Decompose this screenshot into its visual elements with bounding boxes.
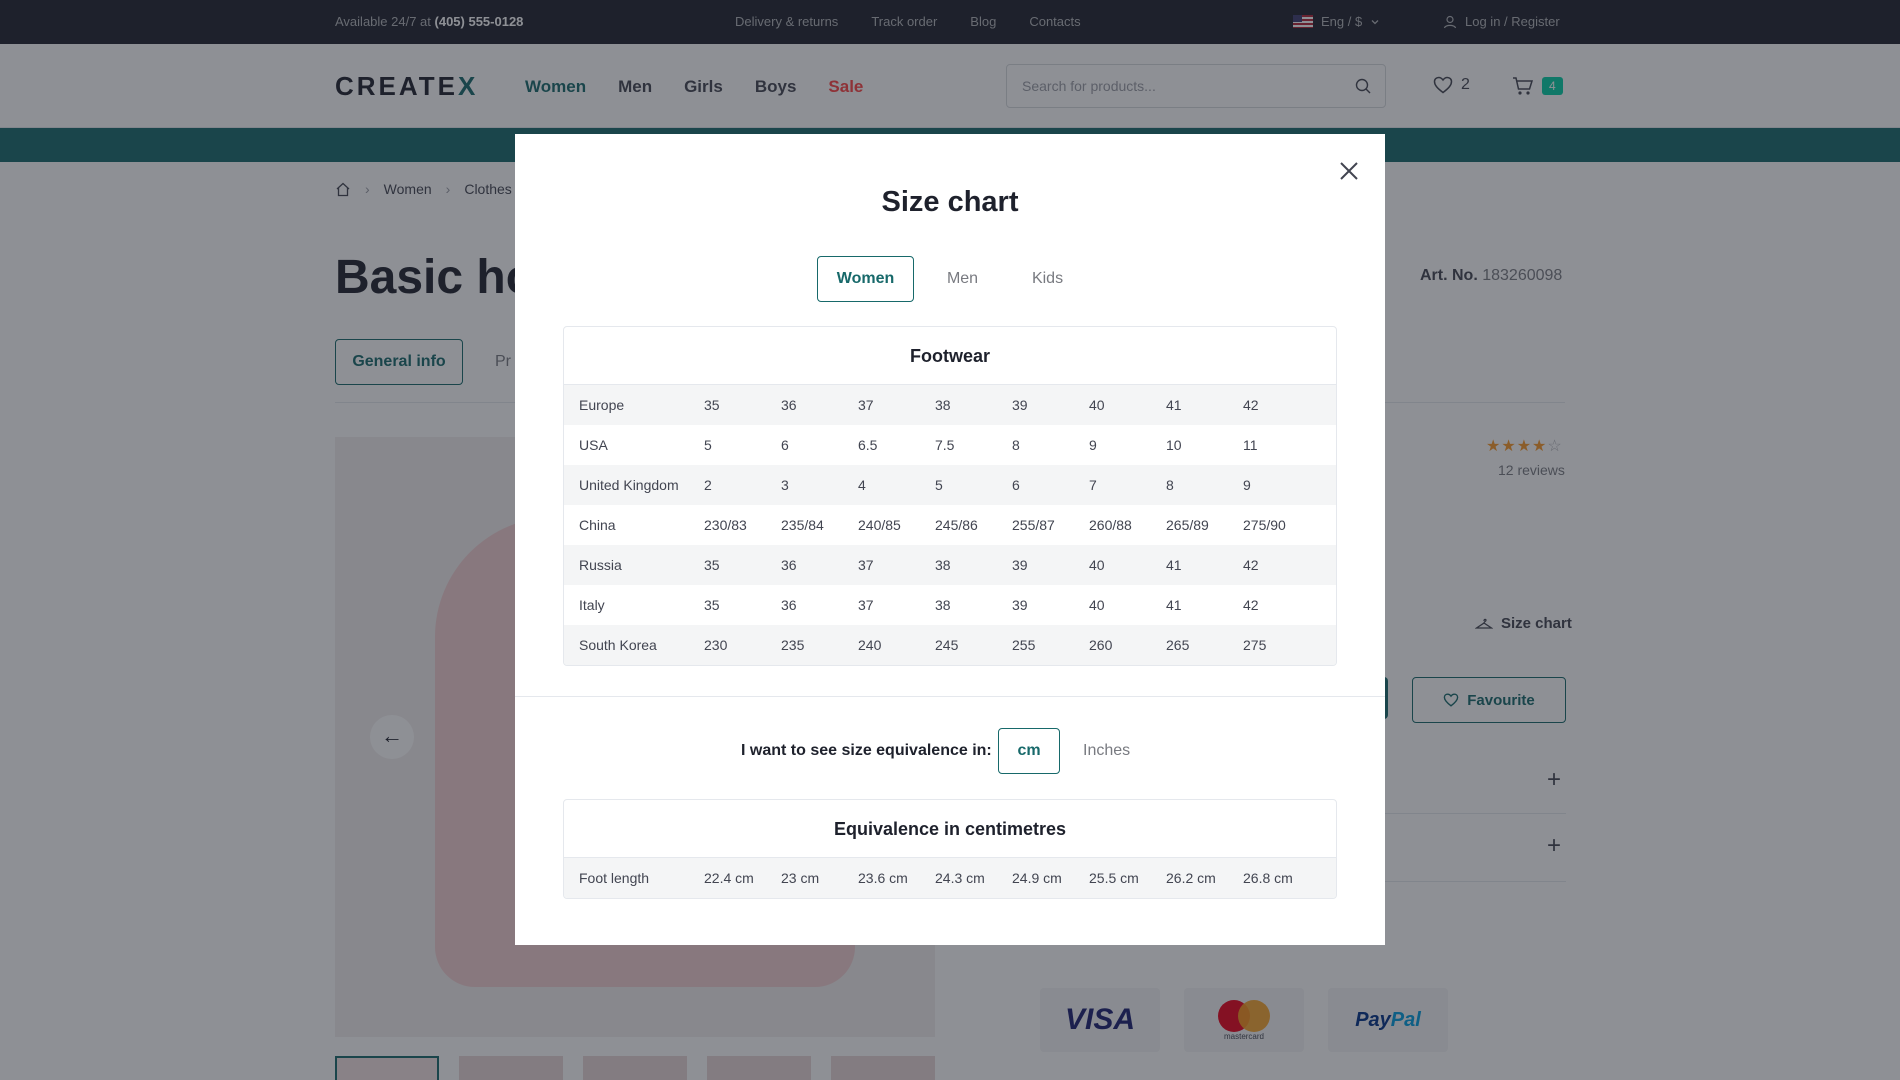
table-row: South Korea 230 235 240 245 255 260 265 … bbox=[564, 625, 1336, 665]
table-cell: 40 bbox=[1089, 557, 1105, 573]
table-cell: 8 bbox=[1166, 477, 1174, 493]
table-cell: 35 bbox=[704, 397, 720, 413]
table-cell: 265/89 bbox=[1166, 517, 1209, 533]
table-row: Europe 35 36 37 38 39 40 41 42 bbox=[564, 385, 1336, 425]
table-cell: 9 bbox=[1089, 437, 1097, 453]
table-cell: 37 bbox=[858, 597, 874, 613]
table-cell: 41 bbox=[1166, 597, 1182, 613]
footwear-rows: Europe 35 36 37 38 39 40 41 42 USA 5 6 6… bbox=[564, 385, 1336, 665]
row-label: Foot length bbox=[579, 870, 650, 886]
footwear-table: Footwear Europe 35 36 37 38 39 40 41 42 … bbox=[563, 326, 1337, 666]
equivalence-table: Equivalence in centimetres Foot length 2… bbox=[563, 799, 1337, 899]
table-cell: 245/86 bbox=[935, 517, 978, 533]
table-cell: 24.9 cm bbox=[1012, 870, 1062, 886]
table-cell: 38 bbox=[935, 557, 951, 573]
unit-question: I want to see size equivalence in: bbox=[741, 742, 992, 759]
table-cell: 5 bbox=[935, 477, 943, 493]
table-row: Foot length 22.4 cm 23 cm 23.6 cm 24.3 c… bbox=[564, 858, 1336, 898]
row-label: South Korea bbox=[579, 637, 657, 653]
table-cell: 255/87 bbox=[1012, 517, 1055, 533]
size-chart-modal: Size chart Women Men Kids Footwear Europ… bbox=[515, 134, 1385, 945]
row-label: Russia bbox=[579, 557, 622, 573]
table-row: Italy 35 36 37 38 39 40 41 42 bbox=[564, 585, 1336, 625]
table-cell: 25.5 cm bbox=[1089, 870, 1139, 886]
unit-inches-button[interactable]: Inches bbox=[1083, 742, 1130, 760]
table-cell: 37 bbox=[858, 557, 874, 573]
table-cell: 22.4 cm bbox=[704, 870, 754, 886]
table-cell: 275/90 bbox=[1243, 517, 1286, 533]
table-cell: 240/85 bbox=[858, 517, 901, 533]
table-row: Russia 35 36 37 38 39 40 41 42 bbox=[564, 545, 1336, 585]
table-cell: 7 bbox=[1089, 477, 1097, 493]
table-cell: 9 bbox=[1243, 477, 1251, 493]
table-cell: 6 bbox=[1012, 477, 1020, 493]
table-cell: 41 bbox=[1166, 557, 1182, 573]
table-cell: 26.8 cm bbox=[1243, 870, 1293, 886]
table-row: China 230/83 235/84 240/85 245/86 255/87… bbox=[564, 505, 1336, 545]
table-cell: 6 bbox=[781, 437, 789, 453]
row-label: United Kingdom bbox=[579, 477, 679, 493]
table-cell: 230 bbox=[704, 637, 728, 653]
row-label: USA bbox=[579, 437, 608, 453]
table-cell: 38 bbox=[935, 597, 951, 613]
table-cell: 35 bbox=[704, 597, 720, 613]
table-cell: 235 bbox=[781, 637, 805, 653]
row-label: China bbox=[579, 517, 616, 533]
table-cell: 23 cm bbox=[781, 870, 820, 886]
table-cell: 8 bbox=[1012, 437, 1020, 453]
equivalence-table-title: Equivalence in centimetres bbox=[564, 800, 1336, 858]
table-cell: 5 bbox=[704, 437, 712, 453]
table-cell: 39 bbox=[1012, 557, 1028, 573]
modal-divider bbox=[515, 696, 1385, 697]
table-cell: 36 bbox=[781, 557, 797, 573]
table-cell: 11 bbox=[1243, 437, 1258, 453]
table-cell: 39 bbox=[1012, 397, 1028, 413]
table-cell: 42 bbox=[1243, 397, 1259, 413]
table-cell: 7.5 bbox=[935, 437, 955, 453]
table-cell: 260 bbox=[1089, 637, 1113, 653]
table-cell: 23.6 cm bbox=[858, 870, 908, 886]
table-cell: 36 bbox=[781, 597, 797, 613]
table-cell: 230/83 bbox=[704, 517, 747, 533]
table-row: USA 5 6 6.5 7.5 8 9 10 11 bbox=[564, 425, 1336, 465]
table-cell: 36 bbox=[781, 397, 797, 413]
table-cell: 42 bbox=[1243, 557, 1259, 573]
table-cell: 38 bbox=[935, 397, 951, 413]
table-cell: 245 bbox=[935, 637, 959, 653]
table-cell: 26.2 cm bbox=[1166, 870, 1216, 886]
footwear-table-title: Footwear bbox=[564, 327, 1336, 385]
row-label: Italy bbox=[579, 597, 605, 613]
table-cell: 235/84 bbox=[781, 517, 824, 533]
table-cell: 6.5 bbox=[858, 437, 878, 453]
gender-tabs: Women Men Kids bbox=[817, 256, 1084, 302]
table-cell: 40 bbox=[1089, 397, 1105, 413]
tab-kids[interactable]: Kids bbox=[1011, 256, 1084, 302]
table-row: United Kingdom 2 3 4 5 6 7 8 9 bbox=[564, 465, 1336, 505]
close-icon[interactable] bbox=[1336, 158, 1362, 184]
table-cell: 3 bbox=[781, 477, 789, 493]
table-cell: 255 bbox=[1012, 637, 1036, 653]
table-cell: 41 bbox=[1166, 397, 1182, 413]
table-cell: 39 bbox=[1012, 597, 1028, 613]
table-cell: 275 bbox=[1243, 637, 1267, 653]
table-cell: 260/88 bbox=[1089, 517, 1132, 533]
unit-cm-button[interactable]: cm bbox=[998, 728, 1060, 774]
table-cell: 265 bbox=[1166, 637, 1190, 653]
table-cell: 2 bbox=[704, 477, 712, 493]
table-cell: 4 bbox=[858, 477, 866, 493]
tab-men[interactable]: Men bbox=[914, 256, 1011, 302]
tab-women[interactable]: Women bbox=[817, 256, 914, 302]
table-cell: 35 bbox=[704, 557, 720, 573]
table-cell: 24.3 cm bbox=[935, 870, 985, 886]
table-cell: 37 bbox=[858, 397, 874, 413]
table-cell: 42 bbox=[1243, 597, 1259, 613]
modal-title: Size chart bbox=[881, 186, 1019, 218]
row-label: Europe bbox=[579, 397, 625, 413]
table-cell: 240 bbox=[858, 637, 882, 653]
table-cell: 10 bbox=[1166, 437, 1182, 453]
table-cell: 40 bbox=[1089, 597, 1105, 613]
